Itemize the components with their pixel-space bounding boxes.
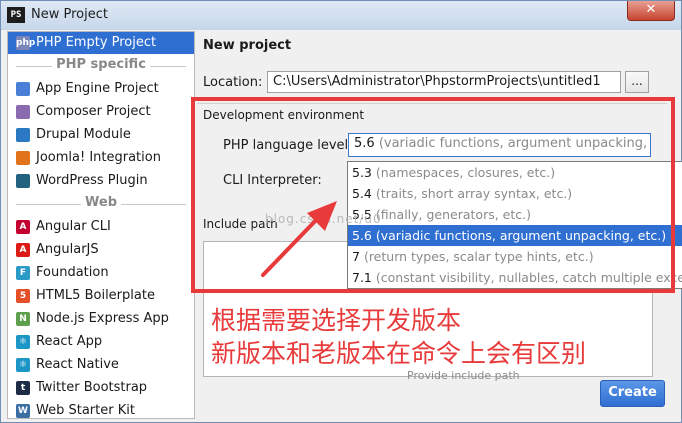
sidebar-item-label: React Native xyxy=(36,357,119,372)
option-hint: (finally, generators, etc.) xyxy=(375,207,531,222)
annotation-line-1: 根据需要选择开发版本 xyxy=(211,306,462,335)
angular-cli-icon: A xyxy=(16,220,30,234)
sidebar-item-label: Node.js Express App xyxy=(36,311,169,326)
nodejs-icon: N xyxy=(16,312,30,326)
web-starter-kit-icon: W xyxy=(16,404,30,418)
option-version: 7.1 xyxy=(352,270,372,285)
sidebar-item-label: AngularJS xyxy=(36,242,99,257)
sidebar-item-label: Joomla! Integration xyxy=(36,150,161,165)
section-title: Web xyxy=(81,195,121,210)
annotation-arrow xyxy=(261,201,337,277)
php-file-icon: php xyxy=(16,36,36,50)
php-level-option[interactable]: 7 (return types, scalar type hints, etc.… xyxy=(348,246,682,267)
sidebar-item-label: PHP Empty Project xyxy=(36,35,157,50)
browse-button[interactable]: ... xyxy=(625,71,649,93)
sidebar-item-label: Twitter Bootstrap xyxy=(36,380,148,395)
cli-interpreter-label: CLI Interpreter: xyxy=(223,173,322,188)
sidebar-item-label: Foundation xyxy=(36,265,109,280)
php-level-version: 5.6 xyxy=(354,136,375,151)
option-version: 5.3 xyxy=(352,165,372,180)
sidebar-item-composer-project[interactable]: Composer Project xyxy=(8,101,194,123)
php-level-option[interactable]: 5.6 (variadic functions, argument unpack… xyxy=(348,225,682,246)
sidebar-item-node-js-express-app[interactable]: N Node.js Express App xyxy=(8,308,194,330)
sidebar-item-label: React App xyxy=(36,334,103,349)
sidebar-item-angularjs[interactable]: A AngularJS xyxy=(8,239,194,261)
close-button[interactable]: ✕ xyxy=(627,1,675,21)
php-level-dropdown: 5.3 (namespaces, closures, etc.) 5.4 (tra… xyxy=(347,161,682,289)
sidebar-item-label: App Engine Project xyxy=(36,81,159,96)
sidebar-item-html5-boilerplate[interactable]: 5 HTML5 Boilerplate xyxy=(8,285,194,307)
new-project-dialog: PS New Project ✕ php PHP Empty Project PHP… xyxy=(0,0,682,423)
option-version: 5.4 xyxy=(352,186,372,201)
sidebar-item-label: Angular CLI xyxy=(36,219,111,234)
option-hint: (variadic functions, argument unpacking,… xyxy=(375,228,667,243)
annotation-text: 根据需要选择开发版本 新版本和老版本在命令上会有区别 xyxy=(211,304,586,370)
sidebar-item-foundation[interactable]: F Foundation xyxy=(8,262,194,284)
phpstorm-app-icon: PS xyxy=(7,7,25,23)
php-level-select[interactable]: 5.6 (variadic functions, argument unpack… xyxy=(348,133,651,157)
drupal-icon xyxy=(16,128,30,142)
sidebar-item-react-native[interactable]: ⚛ React Native xyxy=(8,354,194,376)
html5-icon: 5 xyxy=(16,289,30,303)
project-type-list: php PHP Empty Project PHP specific App Engi… xyxy=(7,31,195,419)
twitter-icon: t xyxy=(16,381,30,395)
panel-heading: New project xyxy=(203,38,292,53)
foundation-icon: F xyxy=(16,266,30,280)
option-version: 5.6 xyxy=(352,228,372,243)
sidebar-item-web-starter-kit[interactable]: W Web Starter Kit xyxy=(8,400,194,418)
option-hint: (namespaces, closures, etc.) xyxy=(375,165,556,180)
php-level-label: PHP language level: xyxy=(223,138,353,153)
angularjs-icon: A xyxy=(16,243,30,257)
annotation-line-2: 新版本和老版本在命令上会有区别 xyxy=(211,339,587,368)
sidebar-item-label: Composer Project xyxy=(36,104,151,119)
composer-icon xyxy=(16,105,30,119)
location-input[interactable]: C:\Users\Administrator\PhpstormProjects\… xyxy=(267,71,621,93)
option-hint: (traits, short array syntax, etc.) xyxy=(375,186,573,201)
sidebar-item-label: HTML5 Boilerplate xyxy=(36,288,155,303)
sidebar-item-angular-cli[interactable]: A Angular CLI xyxy=(8,216,194,238)
sidebar-item-react-app[interactable]: ⚛ React App xyxy=(8,331,194,353)
option-hint: (constant visibility, nullables, catch m… xyxy=(375,270,682,285)
php-level-option[interactable]: 5.5 (finally, generators, etc.) xyxy=(348,204,682,225)
title-bar: PS New Project ✕ xyxy=(1,1,681,30)
sidebar-item-drupal-module[interactable]: Drupal Module xyxy=(8,124,194,146)
sidebar-item-label: WordPress Plugin xyxy=(36,173,148,188)
sidebar-section-php-specific: PHP specific xyxy=(8,57,194,75)
joomla-icon xyxy=(16,151,30,165)
option-hint: (return types, scalar type hints, etc.) xyxy=(363,249,594,264)
php-level-option[interactable]: 5.3 (namespaces, closures, etc.) xyxy=(348,162,682,183)
app-engine-icon xyxy=(16,82,30,96)
sidebar-item-label: Web Starter Kit xyxy=(36,403,135,418)
php-level-option[interactable]: 7.1 (constant visibility, nullables, cat… xyxy=(348,267,682,288)
php-level-hint: (variadic functions, argument unpacking,… xyxy=(378,136,651,151)
sidebar-item-wordpress-plugin[interactable]: WordPress Plugin xyxy=(8,170,194,192)
sidebar-section-web: Web xyxy=(8,195,194,213)
wordpress-icon xyxy=(16,174,30,188)
php-level-option[interactable]: 5.4 (traits, short array syntax, etc.) xyxy=(348,183,682,204)
window-title: New Project xyxy=(31,7,108,22)
sidebar-item-app-engine-project[interactable]: App Engine Project xyxy=(8,78,194,100)
sidebar-item-php-empty-project[interactable]: php PHP Empty Project xyxy=(8,32,194,54)
sidebar-item-label: Drupal Module xyxy=(36,127,131,142)
create-button[interactable]: Create xyxy=(600,380,665,407)
include-path-placeholder: Provide include path xyxy=(407,369,520,382)
location-label: Location: xyxy=(203,75,263,90)
react-native-icon: ⚛ xyxy=(16,358,30,372)
sidebar-item-joomla-integration[interactable]: Joomla! Integration xyxy=(8,147,194,169)
section-title: PHP specific xyxy=(52,57,150,72)
dev-environment-title: Development environment xyxy=(203,108,369,122)
option-version: 7 xyxy=(352,249,360,264)
react-icon: ⚛ xyxy=(16,335,30,349)
sidebar-item-twitter-bootstrap[interactable]: t Twitter Bootstrap xyxy=(8,377,194,399)
